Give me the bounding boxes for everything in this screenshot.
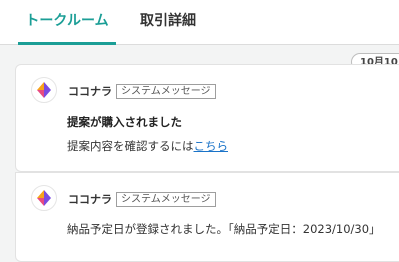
message-title: 提案が購入されました [67,115,182,129]
sender-name: ココナラ [68,85,112,98]
tab-talk-room-label: トークルーム [25,13,109,29]
coconala-logo-icon [37,190,51,206]
tab-deal-detail-label: 取引詳細 [140,13,196,29]
details-link[interactable]: こちら [194,139,229,153]
avatar[interactable] [31,77,57,103]
message-card: ココナラ システムメッセージ 納品予定日が登録されました。「納品予定日：2023… [15,172,399,262]
message-card: ココナラ システムメッセージ 提案が購入されました 提案内容を確認するにはこちら [15,64,399,172]
message-body: 納品予定日が登録されました。「納品予定日：2023/10/30」 [67,222,381,236]
tab-deal-detail[interactable]: 取引詳細 [140,0,196,44]
tab-bar: トークルーム 取引詳細 [0,0,399,45]
system-message-tag: システムメッセージ [116,192,216,207]
message-body-text: 提案内容を確認するには [67,139,194,153]
active-tab-indicator [18,42,116,45]
coconala-logo-icon [37,82,51,98]
system-message-tag: システムメッセージ [116,84,216,99]
sender-name: ココナラ [68,193,112,206]
avatar[interactable] [31,185,57,211]
tab-talk-room[interactable]: トークルーム [18,0,116,45]
message-body: 提案内容を確認するにはこちら [67,138,228,154]
